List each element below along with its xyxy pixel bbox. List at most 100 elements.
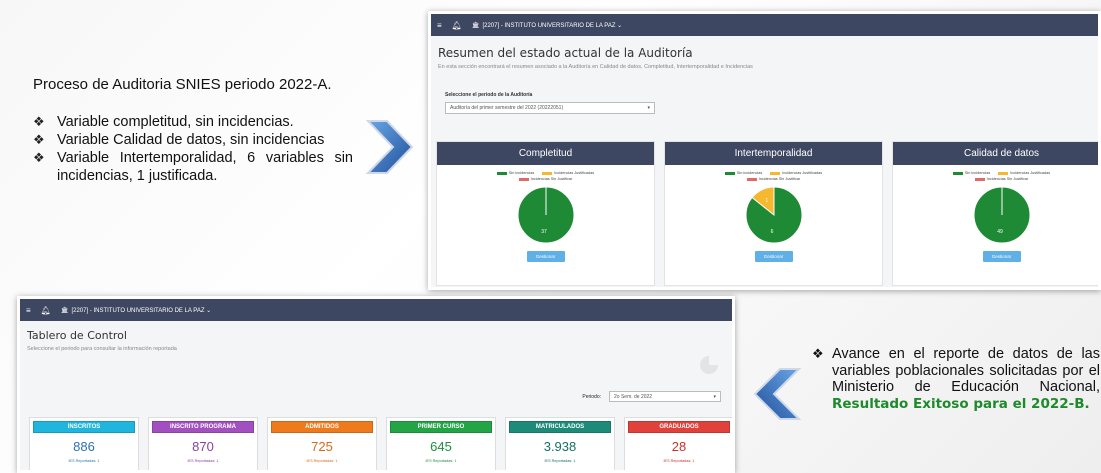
legend-label: Sin incidencias	[508, 171, 535, 175]
pie-chart: 49	[973, 186, 1030, 244]
kpi-subtext: IES Reportadas: 1	[306, 459, 338, 463]
pie-legend: Sin incidencias Incidencias Justificadas I…	[695, 171, 852, 181]
kpi-card: INSCRITOS 886 IES Reportadas: 1	[29, 417, 139, 470]
page-title: Resumen del estado actual de la Auditorí…	[438, 46, 693, 60]
legend-item: Incidencias Sin Justificar	[518, 177, 573, 181]
legend-item: Incidencias Justificadas	[542, 171, 594, 175]
kpi-title: INSCRITO PROGRAMA	[152, 421, 254, 433]
top-navbar: ≡ 🔔︎ 🏛︎ [2207] - INSTITUTO UNIVERSITARIO…	[20, 299, 732, 321]
audit-cards: Completitud Sin incidencias Incidencias Ju…	[436, 141, 1098, 286]
gestionar-button[interactable]: Gestionar	[526, 251, 565, 262]
kpi-card: MATRICULADOS 3.938 IES Reportadas: 1	[505, 417, 615, 470]
kpi-title: INSCRITOS	[33, 421, 135, 433]
kpi-value: 870	[192, 439, 214, 454]
kpi-title: MATRICULADOS	[509, 421, 611, 433]
dashboard-screenshot: ≡ 🔔︎ 🏛︎ [2207] - INSTITUTO UNIVERSITARIO…	[17, 296, 735, 473]
bullet-item: ❖ Variable completitud, sin incidencias.	[33, 114, 294, 130]
bullet-list: ❖ Variable completitud, sin incidencias. …	[33, 113, 353, 185]
legend-item: Incidencias Sin Justificar	[746, 177, 801, 181]
kpi-card: INSCRITO PROGRAMA 870 IES Reportadas: 1	[148, 417, 258, 470]
diamond-bullet-icon: ❖	[33, 150, 45, 165]
right-text-block: ❖ Avance en el reporte de datos de las va…	[810, 346, 1100, 412]
legend-label: Sin incidencias	[964, 171, 991, 175]
select-label: Seleccione el periodo de la Auditoría	[445, 92, 533, 98]
pie-data-label: 37	[541, 229, 547, 235]
legend-item: Sin incidencias	[496, 171, 535, 175]
legend-label: Sin incidencias	[736, 171, 763, 175]
period-label: Periodo:	[582, 393, 601, 400]
gestionar-button[interactable]: Gestionar	[754, 251, 793, 262]
hamburger-menu-icon[interactable]: ≡	[26, 306, 31, 315]
legend-label: Incidencias Sin Justificar	[986, 177, 1029, 181]
pie-chart-icon	[699, 355, 719, 380]
institution-selector[interactable]: 🏛︎ [2207] - INSTITUTO UNIVERSITARIO DE L…	[61, 307, 211, 314]
legend-swatch	[518, 177, 529, 181]
pie-legend: Sin incidencias Incidencias Justificadas I…	[923, 171, 1080, 181]
kpi-value: 725	[311, 439, 333, 454]
pie-chart: 16	[745, 186, 802, 244]
bullet-item: ❖ Variable Calidad de datos, sin incidenc…	[33, 132, 325, 148]
legend-label: Incidencias Sin Justificar	[530, 177, 573, 181]
pie-data-label: 1	[765, 198, 768, 204]
diamond-bullet-icon: ❖	[812, 346, 824, 361]
legend-swatch	[724, 171, 735, 175]
caret-down-icon: ▾	[647, 105, 650, 111]
institution-icon: 🏛︎	[60, 307, 69, 314]
legend-label: Incidencias Justificadas	[554, 171, 595, 175]
bell-icon[interactable]: 🔔︎	[41, 306, 51, 315]
hamburger-menu-icon[interactable]: ≡	[437, 21, 442, 30]
period-selector: Seleccione el periodo de la Auditoría Au…	[445, 92, 1098, 114]
kpi-card: GRADUADOS 28 IES Reportadas: 1	[624, 417, 732, 470]
kpi-value: 645	[430, 439, 452, 454]
institution-selector[interactable]: 🏛︎ [2207] - INSTITUTO UNIVERSITARIO DE L…	[472, 22, 622, 29]
page-subtitle: En esta sección encontrará el resumen as…	[438, 64, 753, 70]
audit-card: Completitud Sin incidencias Incidencias Ju…	[436, 141, 655, 286]
pie-chart: 37	[517, 186, 574, 244]
legend-item: Sin incidencias	[952, 171, 991, 175]
pie-data-label: 6	[770, 229, 773, 235]
legend-item: Incidencias Justificadas	[998, 171, 1050, 175]
legend-swatch	[770, 171, 781, 175]
audit-card-title: Calidad de datos	[893, 142, 1098, 165]
legend-swatch	[974, 177, 985, 181]
progress-paragraph: ❖ Avance en el reporte de datos de las va…	[812, 346, 1100, 412]
diamond-bullet-icon: ❖	[33, 114, 45, 129]
kpi-value: 886	[73, 439, 95, 454]
pie-data-label: 49	[997, 229, 1003, 235]
legend-label: Incidencias Justificadas	[782, 171, 823, 175]
legend-label: Incidencias Sin Justificar	[758, 177, 801, 181]
caret-down-icon: ▾	[713, 393, 716, 400]
kpi-value: 3.938	[543, 439, 577, 454]
legend-item: Incidencias Sin Justificar	[974, 177, 1029, 181]
audit-period-select[interactable]: Auditoría del primer semestre del 2022 (…	[445, 102, 655, 114]
kpi-card: PRIMER CURSO 645 IES Reportadas: 1	[386, 417, 496, 470]
diamond-bullet-icon: ❖	[33, 132, 45, 147]
gestionar-button[interactable]: Gestionar	[982, 251, 1021, 262]
institution-icon: 🏛︎	[471, 22, 480, 29]
audit-card-title: Intertemporalidad	[665, 142, 882, 165]
kpi-cards: INSCRITOS 886 IES Reportadas: 1 INSCRITO PR…	[29, 417, 732, 470]
page-title: Tablero de Control	[27, 329, 127, 342]
page-subtitle: Seleccione el periodo para consultar la …	[27, 346, 177, 352]
intro-text: Proceso de Auditoria SNIES periodo 2022-…	[33, 76, 332, 93]
legend-swatch	[496, 171, 507, 175]
legend-item: Incidencias Justificadas	[770, 171, 822, 175]
kpi-subtext: IES Reportadas: 1	[544, 459, 576, 463]
legend-label: Incidencias Justificadas	[1010, 171, 1051, 175]
period-select[interactable]: 2o Sem. de 2022 ▾	[609, 391, 721, 402]
kpi-subtext: IES Reportadas: 1	[187, 459, 219, 463]
kpi-value: 28	[671, 439, 687, 454]
bullet-item: ❖ Variable Intertemporalidad, 6 variables…	[33, 150, 353, 184]
kpi-subtext: IES Reportadas: 1	[663, 459, 695, 463]
audit-card: Intertemporalidad Sin incidencias Incidenc…	[664, 141, 883, 286]
audit-summary-screenshot: ≡ 🔔︎ 🏛︎ [2207] - INSTITUTO UNIVERSITARIO…	[428, 11, 1101, 290]
legend-item: Sin incidencias	[724, 171, 763, 175]
success-highlight: Resultado Exitoso para el 2022-B.	[832, 395, 1090, 412]
legend-swatch	[998, 171, 1009, 175]
audit-card-title: Completitud	[437, 142, 654, 165]
kpi-subtext: IES Reportadas: 1	[425, 459, 457, 463]
left-text-block: Proceso de Auditoria SNIES periodo 2022-…	[33, 76, 353, 185]
top-navbar: ≡ 🔔︎ 🏛︎ [2207] - INSTITUTO UNIVERSITARIO…	[431, 14, 1098, 36]
bell-icon[interactable]: 🔔︎	[452, 21, 462, 30]
audit-card: Calidad de datos Sin incidencias Incidenci…	[892, 141, 1098, 286]
